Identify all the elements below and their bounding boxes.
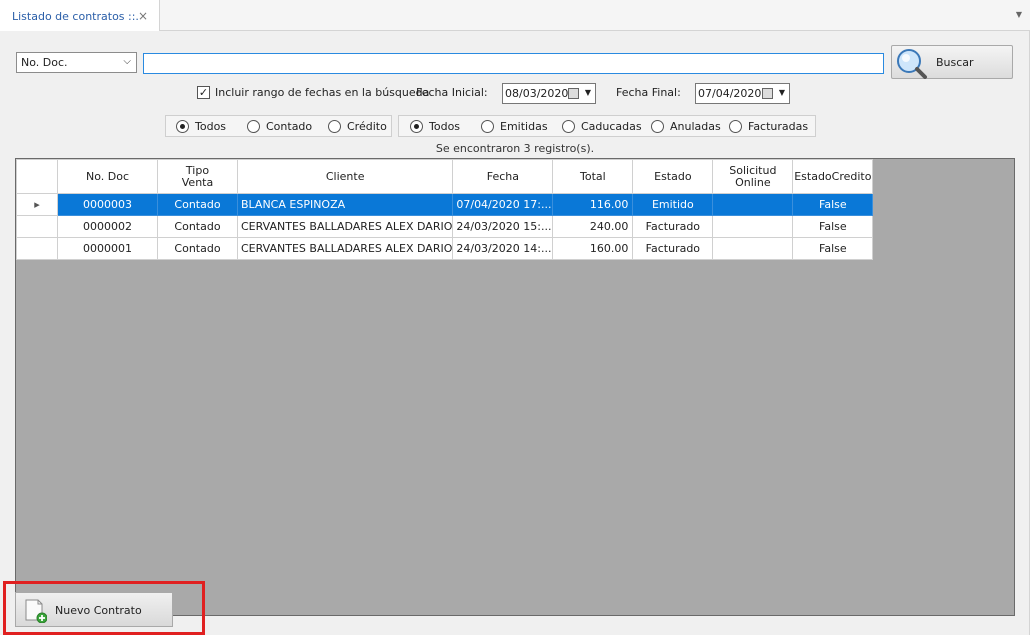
cell-estado: Emitido [632,193,714,216]
table-row[interactable]: 0000001 Contado CERVANTES BALLADARES ALE… [16,237,874,260]
date-range-label: Incluir rango de fechas en la búsqueda [215,86,430,99]
result-count: Se encontraron 3 registro(s). [435,142,595,155]
cell-estado-credito: False [792,193,874,216]
magnifier-icon [897,49,927,79]
column-header[interactable]: EstadoCredito [792,159,874,194]
search-button[interactable]: Buscar [891,45,1013,79]
radio-label: Emitidas [500,120,548,133]
cell-cliente: CERVANTES BALLADARES ALEX DARIO [236,237,454,260]
radio-status-emitidas[interactable]: Emitidas [481,120,548,133]
radio-dot [176,120,189,133]
cell-no-doc: 0000002 [57,215,158,238]
radio-status-facturadas[interactable]: Facturadas [729,120,808,133]
cell-cliente: CERVANTES BALLADARES ALEX DARIO [236,215,454,238]
column-header[interactable]: Solicitud Online [712,159,794,194]
dropdown-arrow-icon: ▼ [778,88,785,97]
radio-sale-contado[interactable]: Contado [247,120,312,133]
table-header-row: No. Doc Tipo Venta Cliente Fecha Total Es… [16,159,874,194]
end-date-label: Fecha Final: [616,86,681,99]
radio-label: Todos [195,120,227,133]
cell-tipo-venta: Contado [157,237,238,260]
row-indicator [16,237,58,260]
radio-status-anuladas[interactable]: Anuladas [651,120,721,133]
cell-estado-credito: False [792,215,874,238]
cell-total: 160.00 [552,237,634,260]
radio-status-todos[interactable]: Todos [410,120,460,133]
radio-sale-todos[interactable]: Todos [176,120,226,133]
cell-cliente: BLANCA ESPINOZA [236,193,454,216]
sale-type-group: Todos Contado Crédito [165,115,392,137]
start-date-field[interactable]: 08/03/2020 ▼ [502,83,596,104]
cell-total: 240.00 [552,215,634,238]
cell-estado: Facturado [632,237,714,260]
radio-label: Contado [266,120,313,133]
highlight-box [3,581,205,635]
date-range-checkbox[interactable]: ✓ [197,86,210,99]
column-header[interactable]: Tipo Venta [157,159,238,194]
radio-label: Facturadas [748,120,809,133]
radio-sale-credito[interactable]: Crédito [328,120,387,133]
search-field-value: No. Doc. [21,56,68,69]
radio-dot [328,120,341,133]
calendar-icon [568,88,579,99]
dropdown-arrow-icon: ▼ [584,88,591,97]
close-icon[interactable]: × [138,9,148,23]
radio-status-caducadas[interactable]: Caducadas [562,120,642,133]
cell-fecha: 24/03/2020 15:... [452,215,554,238]
radio-dot [562,120,575,133]
radio-label: Crédito [347,120,387,133]
start-date-label: Fecha Inicial: [416,86,488,99]
cell-estado-credito: False [792,237,874,260]
row-indicator-header [16,159,58,194]
cell-estado: Facturado [632,215,714,238]
radio-dot [410,120,423,133]
column-header[interactable]: Total [552,159,634,194]
column-header[interactable]: No. Doc [57,159,158,194]
table-row[interactable]: ▸ 0000003 Contado BLANCA ESPINOZA 07/04/… [16,193,874,216]
end-date-value: 07/04/2020 [698,87,762,100]
search-button-label: Buscar [936,56,974,69]
tab-bar: Listado de contratos ::. × ▼ [0,0,1030,32]
table-row[interactable]: 0000002 Contado CERVANTES BALLADARES ALE… [16,215,874,238]
cell-no-doc: 0000001 [57,237,158,260]
tab-listado-contratos[interactable]: Listado de contratos ::. × [0,0,160,32]
contracts-grid: No. Doc Tipo Venta Cliente Fecha Total Es… [15,158,1015,616]
radio-label: Todos [429,120,461,133]
radio-dot [729,120,742,133]
cell-tipo-venta: Contado [157,215,238,238]
radio-dot [651,120,664,133]
cell-solicitud-online [712,237,794,260]
search-input[interactable] [143,53,884,74]
cell-fecha: 24/03/2020 14:... [452,237,554,260]
column-header[interactable]: Cliente [236,159,454,194]
chevron-down-icon: ⌵ [123,56,131,67]
cell-solicitud-online [712,193,794,216]
column-header[interactable]: Fecha [452,159,554,194]
contracts-table: No. Doc Tipo Venta Cliente Fecha Total Es… [16,159,874,260]
tab-title: Listado de contratos ::. [12,9,139,23]
radio-label: Caducadas [581,120,642,133]
cell-solicitud-online [712,215,794,238]
main-panel: No. Doc. ⌵ Buscar ✓ Incluir rango de fec… [0,31,1030,635]
row-indicator [16,215,58,238]
row-indicator-icon: ▸ [16,193,58,216]
column-header[interactable]: Estado [632,159,714,194]
status-filter-group: Todos Emitidas Caducadas Anuladas Factur… [398,115,816,137]
radio-dot [481,120,494,133]
cell-tipo-venta: Contado [157,193,238,216]
cell-total: 116.00 [552,193,634,216]
start-date-value: 08/03/2020 [505,87,569,100]
cell-fecha: 07/04/2020 17:... [452,193,554,216]
cell-no-doc: 0000003 [57,193,158,216]
radio-dot [247,120,260,133]
radio-label: Anuladas [670,120,721,133]
tab-menu-chevron-icon[interactable]: ▼ [1016,10,1022,19]
end-date-field[interactable]: 07/04/2020 ▼ [695,83,790,104]
calendar-icon [762,88,773,99]
search-field-select[interactable]: No. Doc. ⌵ [16,52,137,73]
